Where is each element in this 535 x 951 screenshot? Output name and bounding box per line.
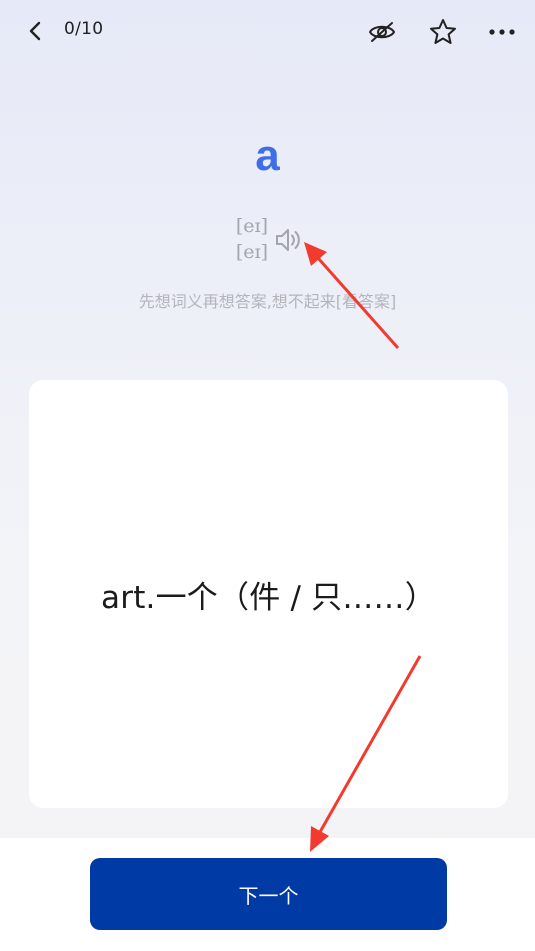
- more-horizontal-icon: [489, 29, 515, 35]
- hide-meaning-button[interactable]: [364, 14, 400, 50]
- chevron-left-icon: [29, 21, 41, 41]
- top-bar: 0/10: [0, 0, 535, 62]
- next-button[interactable]: 下一个: [90, 858, 447, 930]
- eye-off-icon: [369, 22, 395, 42]
- word-title: a: [255, 131, 280, 180]
- star-icon: [430, 19, 456, 44]
- back-button[interactable]: [18, 14, 52, 48]
- hint-text: 先想词义再想答案,想不起来[看答案]: [138, 292, 397, 311]
- phonetic-uk: [eɪ]: [235, 215, 268, 237]
- meaning-card[interactable]: art.一个（件 / 只……）: [29, 380, 508, 808]
- speaker-icon: [276, 229, 300, 251]
- meaning-text: art.一个（件 / 只……）: [101, 579, 436, 616]
- phonetics: [eɪ] [eɪ]: [228, 213, 268, 265]
- progress-counter: 0/10: [64, 19, 104, 39]
- phonetic-us: [eɪ]: [235, 241, 268, 263]
- favorite-button[interactable]: [425, 14, 461, 50]
- more-button[interactable]: [484, 14, 520, 50]
- play-sound-button[interactable]: [270, 222, 306, 258]
